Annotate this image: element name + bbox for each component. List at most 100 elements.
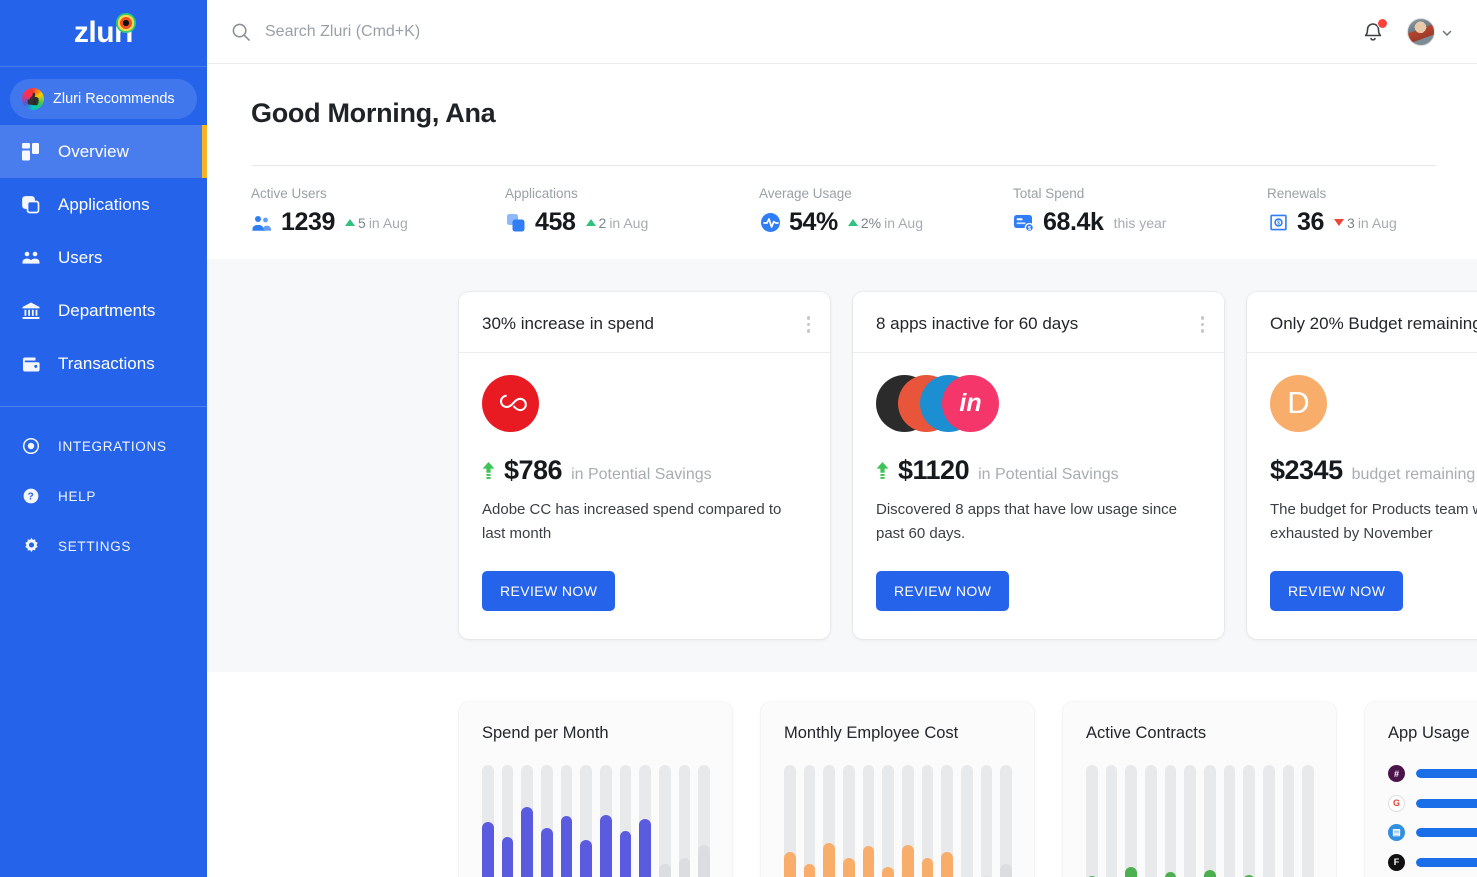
adobe-cc-icon — [482, 374, 539, 432]
trend-up-icon — [585, 219, 596, 226]
bar-fill — [639, 819, 652, 877]
google-icon: G — [1388, 794, 1405, 812]
page-title: Good Morning, Ana — [251, 98, 496, 128]
brand-logo[interactable]: zluri — [0, 0, 207, 66]
sidebar-item-label: Overview — [58, 141, 129, 161]
stat-value: 54% — [789, 208, 838, 236]
insight-description: Discovered 8 apps that have low usage si… — [876, 500, 1178, 542]
card-menu-icon[interactable] — [1198, 313, 1208, 336]
invision-letter: in — [959, 388, 982, 417]
bar-fill — [541, 828, 553, 877]
bar-track — [1145, 765, 1157, 877]
stat-label: Average Usage — [759, 186, 852, 201]
sidebar-item-overview[interactable]: Overview — [0, 125, 207, 178]
renew-stat-icon: $ — [1267, 212, 1289, 234]
sidebar-item-departments[interactable]: Departments — [0, 284, 207, 337]
insight-amount-suffix: in Potential Savings — [978, 465, 1119, 483]
stat-average-usage: Average Usage 54% 2% in Aug — [759, 186, 1013, 237]
card-menu-icon[interactable] — [804, 313, 814, 336]
insight-amount-suffix: budget remaining — [1351, 465, 1476, 483]
arrow-up-icon — [482, 461, 495, 479]
usage-row: F — [1388, 853, 1477, 871]
bar-chart — [482, 765, 711, 877]
sidebar: zluri 👍 Zluri Recommends Overview Applic… — [0, 0, 207, 877]
stat-delta: 2 in Aug — [585, 214, 649, 231]
bar-fill — [659, 864, 671, 877]
sidebar-divider-top — [0, 66, 207, 67]
bar-track — [961, 765, 973, 877]
stat-value: 1239 — [281, 208, 336, 236]
insight-amount: $1120 — [898, 454, 970, 485]
insight-card-title: 8 apps inactive for 60 days — [876, 314, 1079, 334]
sidebar-item-users[interactable]: Users — [0, 231, 207, 284]
apps-stat-icon — [505, 212, 527, 234]
usage-bar-list: #G▤FG∞◆ — [1388, 765, 1477, 877]
stat-renewals: Renewals $ 36 3 in Aug — [1267, 186, 1397, 237]
widget-title: Monthly Employee Cost — [784, 724, 959, 742]
trend-down-icon — [1334, 219, 1345, 226]
card-stat-icon: $ — [1013, 212, 1035, 234]
bar-track — [882, 765, 895, 877]
bar-fill — [619, 831, 632, 877]
main-content: Good Morning, Ana Active Users 1239 5 in… — [207, 0, 1477, 877]
widget-app-usage: App Usage #G▤FG∞◆ — [1365, 702, 1477, 877]
usage-row: # — [1388, 765, 1477, 782]
sidebar-recommends-label: Zluri Recommends — [53, 91, 175, 107]
sidebar-item-settings[interactable]: SETTINGS — [0, 521, 207, 571]
insight-description: The budget for Products team would be ex… — [1270, 500, 1477, 542]
sidebar-item-zluri-recommends[interactable]: 👍 Zluri Recommends — [10, 79, 197, 119]
bar-track — [1243, 765, 1256, 877]
bar-track — [560, 765, 573, 877]
insight-card[interactable]: 30% increase in spend $786 in Potential … — [459, 292, 830, 639]
stat-delta-suffix: this year — [1113, 214, 1167, 231]
review-now-button[interactable]: REVIEW NOW — [482, 571, 616, 612]
notifications-button[interactable] — [1361, 17, 1388, 44]
bar-fill — [1000, 864, 1013, 877]
review-now-button[interactable]: REVIEW NOW — [1270, 571, 1404, 612]
bar-track — [862, 765, 875, 877]
bar-track — [1164, 765, 1177, 877]
bar-fill — [1204, 870, 1216, 877]
usage-row: ▤ — [1388, 824, 1477, 841]
sidebar-item-integrations[interactable]: INTEGRATIONS — [0, 421, 207, 471]
usage-fill — [1416, 828, 1477, 837]
bar-track — [580, 765, 593, 877]
sidebar-secondary-nav: INTEGRATIONS ? HELP SETTINGS — [0, 421, 207, 571]
sidebar-item-transactions[interactable]: Transactions — [0, 337, 207, 390]
users-icon — [20, 247, 42, 269]
dashboard-root: zluri 👍 Zluri Recommends Overview Applic… — [0, 0, 1477, 877]
sidebar-divider-mid — [0, 406, 207, 407]
stat-delta-value: 3 — [1347, 214, 1355, 231]
search-container[interactable] — [231, 22, 1361, 42]
bar-track — [501, 765, 514, 877]
bar-track — [980, 765, 993, 877]
avatar-letter: D — [1287, 385, 1310, 420]
user-menu[interactable] — [1407, 17, 1453, 46]
bar-fill — [521, 807, 534, 877]
stat-delta-suffix: in Aug — [884, 214, 924, 231]
bar-track — [1302, 765, 1315, 877]
sidebar-item-help[interactable]: ? HELP — [0, 471, 207, 521]
bar-track — [1204, 765, 1216, 877]
bar-fill — [1125, 867, 1138, 877]
insight-card[interactable]: 8 apps inactive for 60 days in $1120 in … — [853, 292, 1224, 639]
stat-active-users: Active Users 1239 5 in Aug — [251, 186, 505, 237]
bar-track — [941, 765, 954, 877]
sidebar-item-applications[interactable]: Applications — [0, 178, 207, 231]
review-now-button[interactable]: REVIEW NOW — [876, 571, 1010, 612]
stat-delta-suffix: in Aug — [609, 214, 649, 231]
usage-fill — [1416, 857, 1477, 867]
bar-fill — [560, 816, 573, 877]
usage-fill — [1416, 769, 1477, 778]
bar-track — [482, 765, 494, 877]
bar-chart — [1086, 765, 1315, 877]
usage-track — [1416, 828, 1477, 837]
bar-track — [843, 765, 855, 877]
bar-chart — [784, 765, 1013, 877]
insight-card[interactable]: Only 20% Budget remaining D $2345 budget… — [1247, 292, 1477, 639]
circle-target-icon — [20, 435, 42, 457]
search-input[interactable] — [265, 22, 685, 41]
app-avatar-stack: in — [876, 374, 1201, 432]
sidebar-nav: Overview Applications Users Departments — [0, 125, 207, 390]
bar-fill — [501, 837, 514, 877]
